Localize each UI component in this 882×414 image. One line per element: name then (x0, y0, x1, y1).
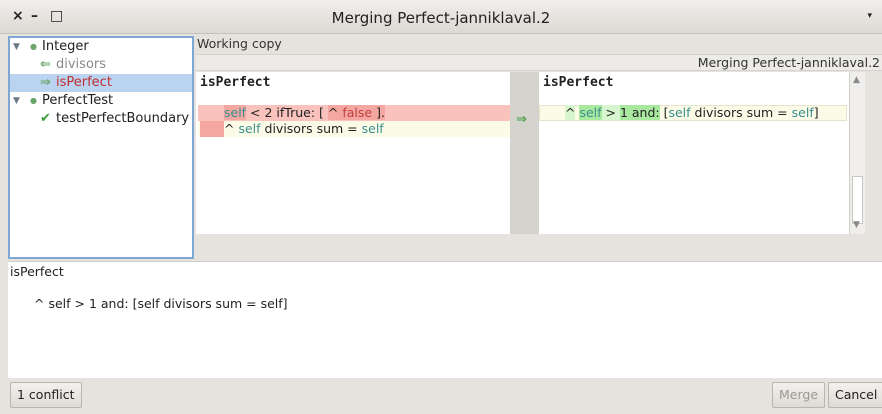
tree-item-isperfect[interactable]: ⇒ isPerfect (10, 74, 192, 92)
source-preview[interactable]: isPerfect ^ self > 1 and: [self divisors… (8, 261, 882, 378)
removed-marker (200, 121, 224, 137)
pane-title: isPerfect (543, 75, 614, 90)
expand-triangle-icon[interactable]: ▼ (13, 92, 20, 110)
scroll-down-icon[interactable]: ▼ (853, 220, 860, 230)
apply-arrow-icon[interactable]: ⇒ (516, 112, 527, 127)
change-tree: ▼ ● Integer ⇐ divisors ⇒ isPerfect ▼ ● P… (8, 36, 194, 259)
working-copy-label: Working copy (197, 36, 282, 51)
class-dot-icon: ● (30, 42, 37, 51)
tree-item-label: isPerfect (56, 75, 112, 90)
expand-triangle-icon[interactable]: ▼ (13, 38, 20, 56)
tree-item-label: divisors (56, 57, 107, 72)
incoming-pane[interactable]: isPerfect ^ self > 1 and: [self divisors… (539, 72, 849, 234)
title-bar: × – □ Merging Perfect-janniklaval.2 ▾ (0, 0, 882, 34)
incoming-arrow-icon: ⇐ (40, 57, 51, 72)
pane-title: isPerfect (200, 75, 271, 90)
preview-title: isPerfect (10, 264, 64, 279)
cancel-button[interactable]: Cancel (828, 382, 882, 408)
class-dot-icon: ● (30, 96, 37, 105)
conflict-count-button[interactable]: 1 conflict (10, 382, 82, 408)
tree-item-label: testPerfectBoundary (56, 111, 190, 126)
checkmark-icon: ✔ (40, 111, 51, 126)
tree-item-divisors[interactable]: ⇐ divisors (10, 56, 192, 74)
merge-source-header: Merging Perfect-janniklaval.2 (196, 54, 882, 71)
working-copy-pane[interactable]: isPerfect self < 2 ifTrue: [ ^ false ]. … (196, 72, 510, 234)
tree-item-label: Integer (42, 39, 89, 54)
merge-button[interactable]: Merge (772, 382, 826, 408)
tree-item-label: PerfectTest (42, 93, 114, 108)
tree-item-integer[interactable]: ▼ ● Integer (10, 38, 192, 56)
tree-item-testperfectboundary[interactable]: ✔ testPerfectBoundary (10, 110, 192, 128)
scroll-up-icon[interactable]: ▲ (853, 75, 860, 85)
window-title: Merging Perfect-janniklaval.2 (331, 9, 551, 27)
scroll-thumb[interactable] (852, 176, 863, 224)
merge-gutter: ⇒ (510, 72, 539, 234)
code-line-2: ^ self divisors sum = self (224, 121, 384, 136)
vertical-scrollbar[interactable]: ▲ ▼ (849, 72, 865, 234)
preview-code: ^ self > 1 and: [self divisors sum = sel… (34, 296, 288, 311)
merge-source-label: Merging Perfect-janniklaval.2 (697, 55, 880, 70)
code-line-incoming: ^ self > 1 and: [self divisors sum = sel… (565, 105, 819, 120)
tree-item-perfecttest[interactable]: ▼ ● PerfectTest (10, 92, 192, 110)
code-line-1: self < 2 ifTrue: [ ^ false ]. (224, 105, 385, 120)
outgoing-arrow-icon: ⇒ (40, 75, 51, 90)
window-menu-icon[interactable]: ▾ (867, 11, 872, 21)
